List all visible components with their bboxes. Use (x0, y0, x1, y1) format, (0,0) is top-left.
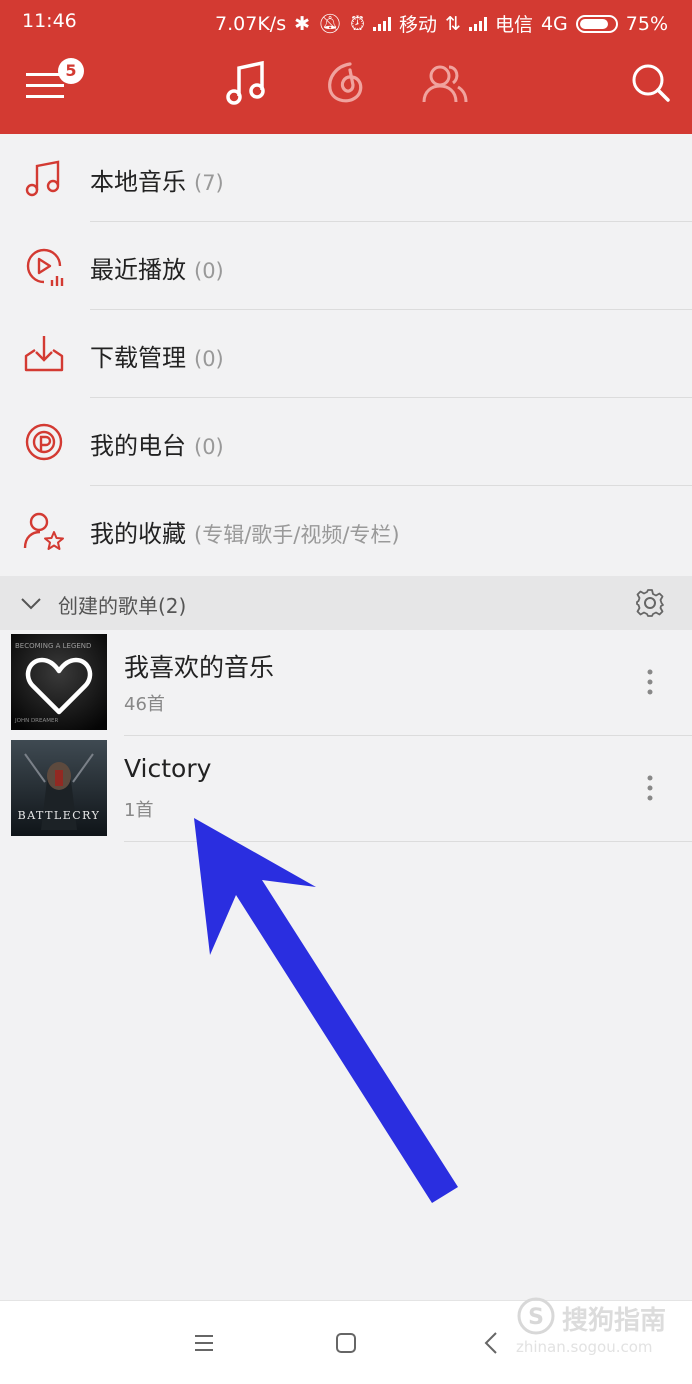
playlist-cover-liked: BECOMING A LEGEND JOHN DREAMER (11, 634, 107, 730)
carrier-2: 电信 (494, 14, 533, 36)
playlist-cover-victory: BATTLECRY (11, 740, 107, 836)
menu-item-download[interactable]: 下载管理 (0) (0, 310, 692, 398)
network-type: 4G (540, 12, 568, 35)
notification-badge: 5 (58, 58, 84, 84)
friends-icon[interactable] (420, 58, 470, 108)
menu-label: 下载管理 (0) (90, 344, 224, 372)
music-note-icon (25, 160, 60, 197)
more-options-icon[interactable] (640, 666, 660, 698)
signal-icon-2 (468, 16, 487, 31)
menu-label: 我的电台 (0) (90, 432, 224, 460)
music-note-icon[interactable] (222, 58, 272, 108)
section-title: 创建的歌单(2) (58, 594, 187, 618)
favorite-user-icon (23, 512, 64, 550)
netease-logo-icon[interactable] (322, 58, 372, 108)
signal-icon (373, 16, 391, 31)
data-arrows-icon: ⇅ (445, 12, 461, 35)
menu-item-radio[interactable]: 我的电台 (0) (0, 398, 692, 486)
chevron-down-icon[interactable] (18, 590, 44, 616)
cover-text: BECOMING A LEGEND (15, 642, 91, 650)
download-icon (24, 336, 64, 372)
search-icon[interactable] (626, 58, 676, 108)
playlist-row-victory[interactable]: BATTLECRY Victory 1首 (0, 736, 692, 842)
recent-play-icon (26, 248, 64, 286)
heart-cover-art: BECOMING A LEGEND JOHN DREAMER (11, 634, 107, 730)
bluetooth-icon: ✱ (294, 12, 311, 35)
divider (124, 841, 692, 842)
arrow-shape (194, 818, 458, 1203)
top-nav (0, 58, 692, 122)
status-right: 7.07K/s ✱ 🔕︎ ⏰︎ 移动 ⇅ 电信 4G 75% (215, 10, 668, 37)
my-music-menu: 本地音乐 (7) 最近播放 (0) 下载管理 (0) 我的电台 (0) 我的收藏… (0, 134, 692, 574)
sogou-logo-icon: S (517, 1297, 555, 1335)
watermark-text: 搜狗指南 (562, 1306, 667, 1336)
playlist-track-count: 46首 (124, 694, 165, 715)
menu-item-local-music[interactable]: 本地音乐 (7) (0, 134, 692, 222)
network-speed: 7.07K/s (215, 12, 287, 35)
battery-icon (575, 14, 618, 33)
playlist-name: Victory (124, 754, 212, 783)
mute-bell-icon: 🔕︎ (318, 13, 343, 35)
svg-text:S: S (528, 1305, 544, 1330)
playlist-row-liked[interactable]: BECOMING A LEGEND JOHN DREAMER 我喜欢的音乐 46… (0, 630, 692, 736)
status-time: 11:46 (22, 10, 77, 32)
home-icon[interactable] (330, 1327, 362, 1359)
menu-label: 最近播放 (0) (90, 256, 224, 284)
battlecry-cover-art: BATTLECRY (11, 740, 107, 836)
menu-label: 本地音乐 (7) (90, 168, 224, 196)
gear-icon[interactable] (634, 587, 666, 619)
radio-icon (25, 423, 63, 461)
cover-subtext: JOHN DREAMER (14, 718, 58, 724)
menu-item-recent-play[interactable]: 最近播放 (0) (0, 222, 692, 310)
status-bar: 11:46 7.07K/s ✱ 🔕︎ ⏰︎ 移动 ⇅ 电信 4G 75% (0, 8, 692, 38)
watermark-url: zhinan.sogou.com (516, 1338, 653, 1356)
more-options-icon[interactable] (640, 772, 660, 804)
created-playlists-header[interactable]: 创建的歌单(2) (0, 576, 692, 630)
app-header: 11:46 7.07K/s ✱ 🔕︎ ⏰︎ 移动 ⇅ 电信 4G 75% 5 (0, 0, 692, 134)
sogou-watermark: S 搜狗指南 zhinan.sogou.com (512, 1292, 682, 1362)
playlist-name: 我喜欢的音乐 (124, 653, 275, 682)
battery-level: 75% (625, 12, 668, 35)
menu-label: 我的收藏 (专辑/歌手/视频/专栏) (90, 520, 400, 548)
alarm-icon: ⏰︎ (350, 12, 365, 35)
cover-text: BATTLECRY (18, 809, 101, 822)
carrier-1: 移动 (399, 14, 438, 36)
back-icon[interactable] (476, 1327, 508, 1359)
menu-item-favorites[interactable]: 我的收藏 (专辑/歌手/视频/专栏) (0, 486, 692, 574)
playlist-track-count: 1首 (124, 800, 154, 821)
recent-apps-icon[interactable] (188, 1327, 220, 1359)
